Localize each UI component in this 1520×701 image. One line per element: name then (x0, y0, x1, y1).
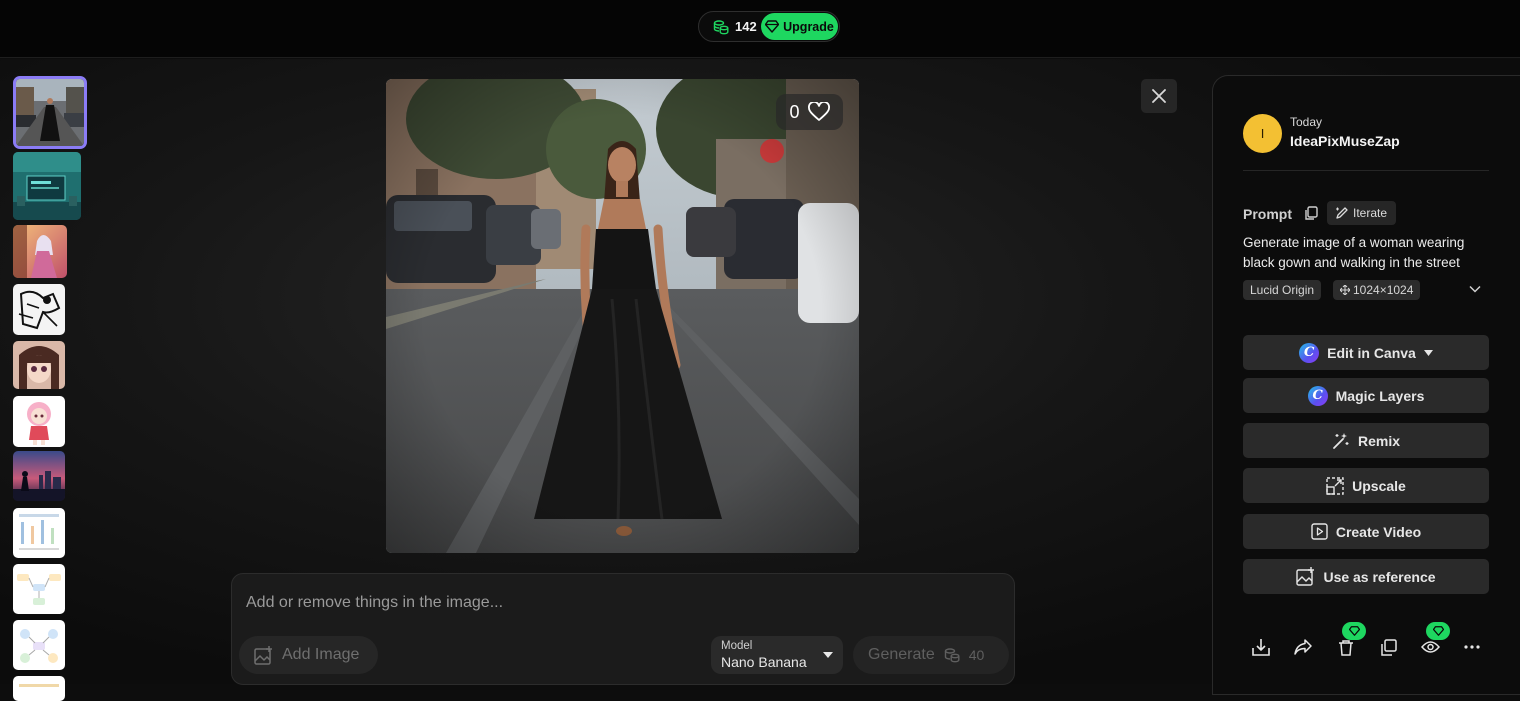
resize-icon (1340, 285, 1350, 295)
thumbnail-city-night-figure[interactable] (13, 451, 65, 501)
gem-icon (765, 20, 780, 33)
thumbnail-teal-computer-room[interactable] (13, 152, 81, 220)
chevron-down-icon[interactable] (1469, 285, 1481, 293)
gem-icon (1432, 626, 1444, 636)
magic-wand-icon (1333, 432, 1349, 449)
like-button[interactable]: 0 (776, 94, 843, 130)
share-button[interactable] (1288, 632, 1318, 662)
thumbnail-anime-girl-portrait[interactable] (13, 341, 65, 389)
details-panel: I Today IdeaPixMuseZap Prompt Iterate Ge… (1212, 75, 1520, 695)
image-reference-icon (1296, 567, 1315, 586)
magic-layers-label: Magic Layers (1335, 387, 1425, 404)
premium-badge (1342, 622, 1366, 640)
remix-label: Remix (1357, 432, 1401, 449)
thumbnail-fantasy-girl-sunset[interactable] (13, 225, 67, 278)
thumbnail-diagram-page-2[interactable] (13, 564, 65, 614)
prompt-label: Prompt (1243, 206, 1292, 222)
username[interactable]: IdeaPixMuseZap (1290, 133, 1400, 149)
canva-icon: C (1299, 342, 1320, 363)
add-image-label: Add Image (282, 646, 360, 663)
download-button[interactable] (1246, 632, 1276, 662)
use-as-reference-label: Use as reference (1323, 568, 1436, 585)
credits-pill[interactable]: 142 Upgrade (698, 11, 840, 42)
copy-icon[interactable] (1304, 206, 1318, 221)
model-tag: Lucid Origin (1243, 280, 1322, 300)
edit-in-canva-button[interactable]: C Edit in Canva (1243, 335, 1489, 370)
download-icon (1252, 639, 1270, 656)
upscale-label: Upscale (1352, 477, 1406, 494)
generate-cost: 40 (968, 647, 985, 663)
more-dots-icon (1464, 645, 1480, 649)
eye-icon (1420, 641, 1440, 653)
prompt-text: Generate image of a woman wearing black … (1243, 235, 1465, 270)
thumbnail-woman-black-gown[interactable] (13, 76, 87, 149)
size-tag-label: 1024×1024 (1353, 283, 1414, 297)
pencil-sparkle-icon (1336, 207, 1348, 219)
edit-in-canva-label: Edit in Canva (1327, 344, 1416, 361)
upgrade-label: Upgrade (783, 19, 834, 34)
gem-icon (1348, 626, 1360, 636)
iterate-label: Iterate (1353, 206, 1388, 220)
top-bar: 142 Upgrade (0, 0, 1520, 58)
add-image-icon (254, 645, 272, 665)
upgrade-button[interactable]: Upgrade (761, 13, 838, 40)
add-image-button[interactable]: Add Image (239, 636, 378, 674)
coins-icon (944, 648, 960, 663)
edit-prompt-box: Add Image Model Nano Banana Generate 40 (231, 573, 1015, 685)
model-select[interactable]: Model Nano Banana (711, 636, 843, 674)
canva-icon: C (1307, 385, 1328, 406)
close-button[interactable] (1141, 79, 1177, 113)
model-value: Nano Banana (721, 654, 807, 670)
duplicate-button[interactable] (1373, 632, 1403, 662)
edit-prompt-input[interactable] (246, 592, 986, 614)
trash-icon (1339, 639, 1353, 656)
avatar[interactable]: I (1243, 114, 1282, 153)
model-label: Model (721, 640, 753, 652)
upscale-button[interactable]: Upscale (1243, 468, 1489, 503)
thumbnail-manga-sketch[interactable] (13, 284, 65, 335)
thumbnail-diagram-page-1[interactable] (13, 508, 65, 558)
divider (1243, 170, 1489, 171)
iterate-button[interactable]: Iterate (1327, 201, 1397, 225)
magic-layers-button[interactable]: C Magic Layers (1243, 378, 1489, 413)
generate-button[interactable]: Generate 40 (853, 636, 1009, 674)
thumbnail-chibi-pink-girl[interactable] (13, 396, 65, 447)
credits-count: 142 (735, 19, 757, 34)
copy-icon (1380, 638, 1397, 656)
generated-image[interactable] (386, 79, 859, 553)
more-options-button[interactable] (1457, 632, 1487, 662)
use-as-reference-button[interactable]: Use as reference (1243, 559, 1489, 594)
create-video-label: Create Video (1335, 523, 1422, 540)
video-play-icon (1311, 523, 1328, 540)
create-video-button[interactable]: Create Video (1243, 514, 1489, 549)
heart-icon (807, 102, 830, 121)
close-icon (1152, 89, 1166, 103)
caret-down-icon (823, 652, 833, 658)
thumbnail-partial[interactable] (13, 676, 65, 701)
like-count: 0 (789, 101, 800, 122)
premium-badge (1426, 622, 1450, 640)
main-area: 0 Add Image Model Nano Banana G (0, 59, 1520, 701)
upscale-icon (1326, 476, 1344, 495)
generate-label: Generate (868, 646, 935, 663)
remix-button[interactable]: Remix (1243, 423, 1489, 458)
size-tag: 1024×1024 (1333, 280, 1421, 300)
caret-down-icon (1423, 349, 1433, 356)
share-icon (1294, 639, 1312, 655)
creation-date: Today (1290, 115, 1323, 129)
thumbnail-diagram-page-3[interactable] (13, 620, 65, 670)
coins-icon (713, 19, 729, 34)
bottom-toolbar (1243, 622, 1503, 662)
